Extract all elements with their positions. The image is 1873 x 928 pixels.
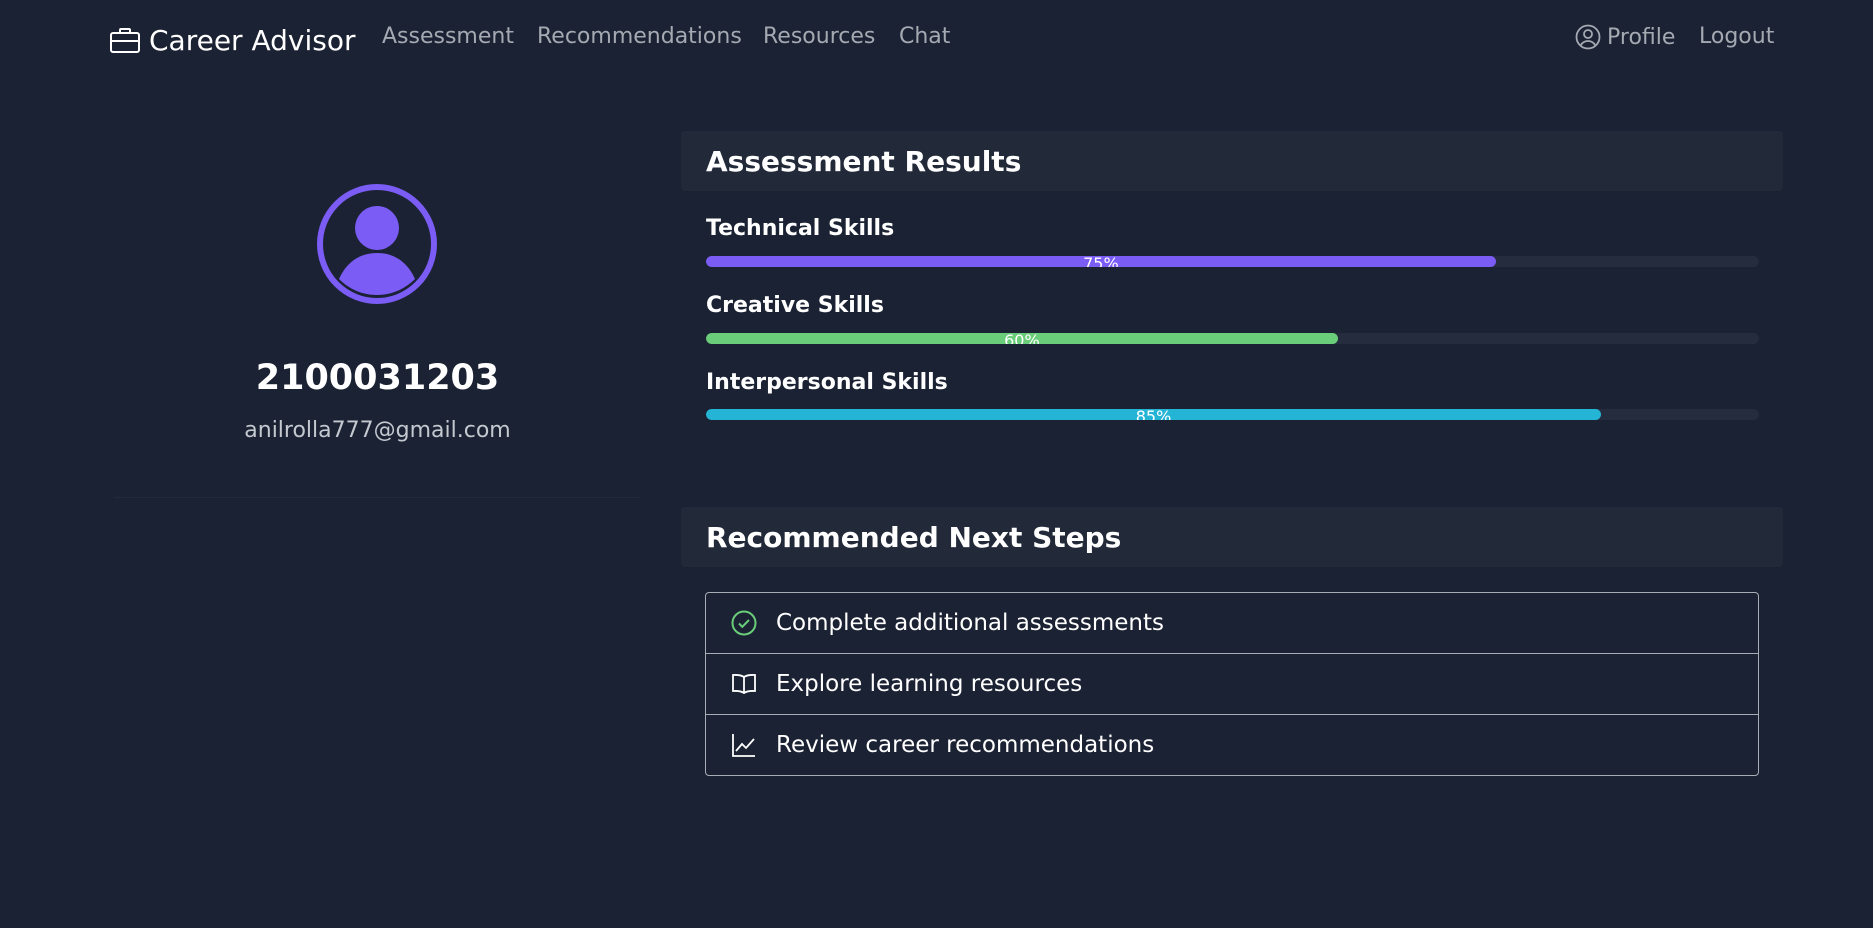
progress-fill-creative: 60% — [706, 333, 1338, 344]
nav-assessment[interactable]: Assessment — [382, 24, 514, 49]
nav-logout[interactable]: Logout — [1699, 24, 1774, 49]
skill-label-technical: Technical Skills — [706, 216, 895, 241]
progress-value-technical: 75% — [1083, 256, 1119, 267]
progress-bar-technical: 75% — [706, 256, 1759, 267]
next-steps-list: Complete additional assessments Explore … — [705, 592, 1759, 776]
brand-name: Career Advisor — [149, 23, 356, 57]
progress-fill-interpersonal: 85% — [706, 409, 1602, 420]
chart-line-icon — [732, 734, 755, 757]
next-steps-title: Recommended Next Steps — [706, 520, 1122, 554]
book-icon — [732, 674, 756, 695]
profile-email: anilrolla777@gmail.com — [244, 418, 511, 443]
step-label: Review career recommendations — [776, 732, 1155, 758]
nav-profile[interactable]: Profile — [1575, 24, 1675, 50]
nav-resources[interactable]: Resources — [763, 24, 875, 49]
progress-value-interpersonal: 85% — [1135, 409, 1172, 420]
assessment-results-header: Assessment Results — [681, 131, 1783, 191]
skill-label-interpersonal: Interpersonal Skills — [706, 370, 948, 395]
nav-profile-label: Profile — [1607, 24, 1676, 50]
next-steps-header: Recommended Next Steps — [681, 507, 1783, 567]
nav-recommendations[interactable]: Recommendations — [537, 24, 742, 49]
progress-bar-creative: 60% — [706, 333, 1759, 344]
step-explore-resources[interactable]: Explore learning resources — [706, 654, 1758, 715]
user-circle-icon — [1575, 24, 1601, 50]
avatar-icon — [317, 184, 437, 304]
skill-label-creative: Creative Skills — [706, 293, 884, 318]
briefcase-icon — [110, 28, 140, 53]
step-label: Explore learning resources — [776, 671, 1083, 697]
navbar: Career Advisor Assessment Recommendation… — [0, 0, 1873, 80]
progress-bar-interpersonal: 85% — [706, 409, 1759, 420]
check-circle-icon — [731, 610, 757, 636]
progress-fill-technical: 75% — [706, 256, 1496, 267]
step-complete-assessments[interactable]: Complete additional assessments — [706, 593, 1758, 654]
profile-username: 2100031203 — [255, 358, 500, 398]
brand-link[interactable]: Career Advisor — [109, 22, 356, 58]
step-label: Complete additional assessments — [776, 610, 1165, 636]
assessment-results-title: Assessment Results — [706, 144, 1022, 178]
step-review-recommendations[interactable]: Review career recommendations — [706, 715, 1758, 775]
nav-chat[interactable]: Chat — [899, 24, 950, 49]
progress-value-creative: 60% — [1004, 333, 1040, 344]
